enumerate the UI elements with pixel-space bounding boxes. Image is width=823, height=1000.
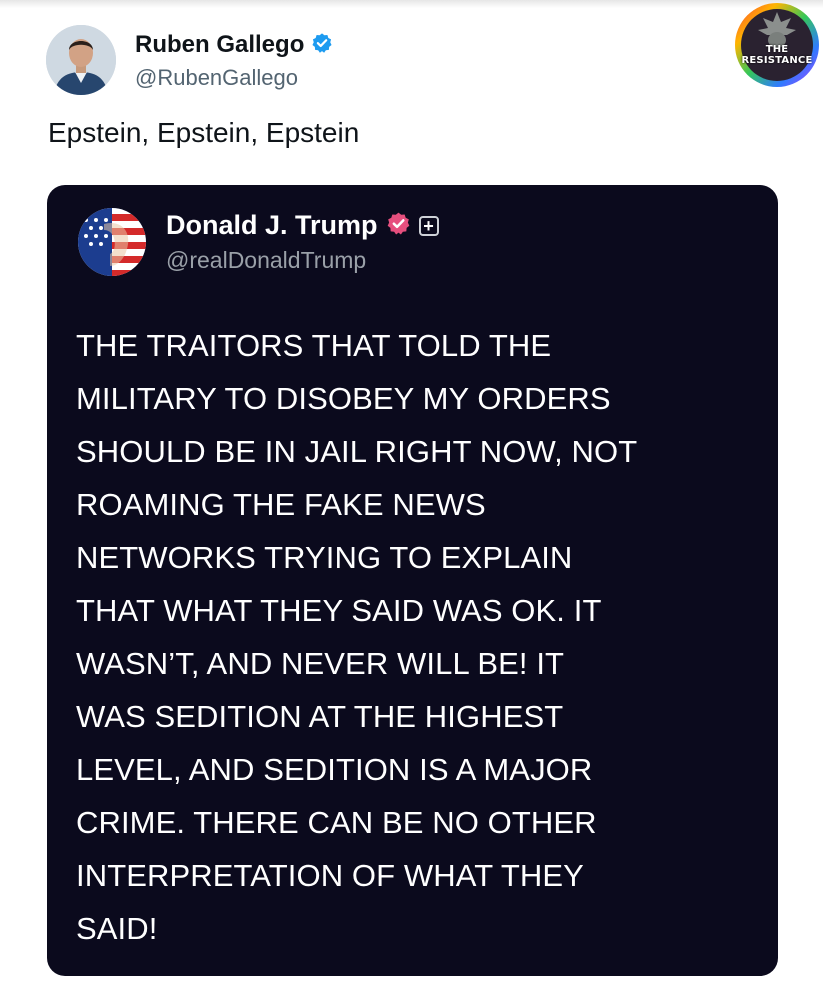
quoted-post-card[interactable]: Donald J. Trump + @realDonaldTrump THE T… bbox=[47, 185, 778, 976]
quoted-post-text: THE TRAITORS THAT TOLD THE MILITARY TO D… bbox=[76, 319, 766, 955]
logo-line-1: THE bbox=[765, 44, 789, 55]
quoted-text-line: ROAMING THE FAKE NEWS bbox=[76, 487, 486, 522]
logo-line-2: RESISTANCE bbox=[741, 55, 813, 66]
quoted-text-line: SHOULD BE IN JAIL RIGHT NOW, NOT bbox=[76, 434, 638, 469]
author-name[interactable]: Ruben Gallego bbox=[135, 31, 304, 59]
tweet-author: Ruben Gallego @RubenGallego bbox=[135, 31, 333, 91]
quoted-author-handle[interactable]: @realDonaldTrump bbox=[166, 247, 439, 274]
avatar[interactable] bbox=[46, 25, 116, 95]
quoted-author-name[interactable]: Donald J. Trump bbox=[166, 210, 378, 241]
top-divider bbox=[0, 0, 823, 8]
plus-icon[interactable]: + bbox=[418, 215, 439, 236]
resistance-logo: THE RESISTANCE bbox=[734, 2, 820, 88]
quoted-text-line: MILITARY TO DISOBEY MY ORDERS bbox=[76, 381, 611, 416]
quoted-author: Donald J. Trump + @realDonaldTrump bbox=[166, 210, 439, 274]
quoted-text-line: LEVEL, AND SEDITION IS A MAJOR bbox=[76, 752, 593, 787]
quoted-text-line: THAT WHAT THEY SAID WAS OK. IT bbox=[76, 593, 602, 628]
author-handle[interactable]: @RubenGallego bbox=[135, 65, 333, 91]
quoted-text-line: INTERPRETATION OF WHAT THEY bbox=[76, 858, 584, 893]
verified-badge-icon bbox=[386, 211, 411, 241]
quoted-text-line: CRIME. THERE CAN BE NO OTHER bbox=[76, 805, 597, 840]
quoted-text-line: THE TRAITORS THAT TOLD THE bbox=[76, 328, 552, 363]
quoted-avatar[interactable] bbox=[78, 208, 146, 276]
quoted-text-line: WAS SEDITION AT THE HIGHEST bbox=[76, 699, 564, 734]
tweet-text: Epstein, Epstein, Epstein bbox=[48, 117, 360, 148]
verified-badge-icon bbox=[311, 32, 333, 59]
quoted-text-line: SAID! bbox=[76, 911, 158, 946]
quoted-text-line: WASN’T, AND NEVER WILL BE! IT bbox=[76, 646, 565, 681]
quoted-text-line: NETWORKS TRYING TO EXPLAIN bbox=[76, 540, 573, 575]
